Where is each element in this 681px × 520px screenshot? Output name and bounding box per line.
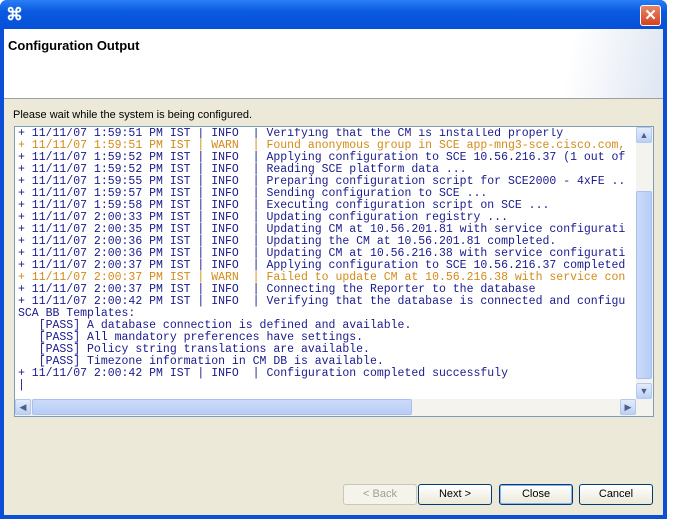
scroll-up-button[interactable]: ▲: [636, 127, 652, 143]
text-cursor: |: [18, 379, 25, 392]
app-logo-icon: ⌘: [6, 5, 23, 24]
page-title: Configuration Output: [8, 38, 140, 53]
horizontal-scrollbar[interactable]: ◀ ▶: [15, 399, 653, 416]
log-text[interactable]: + 11/11/07 1:59:51 PM IST | INFO | Verif…: [18, 128, 635, 398]
title-bar[interactable]: ⌘ ✕: [0, 0, 667, 29]
status-message: Please wait while the system is being co…: [13, 109, 253, 121]
close-button[interactable]: ✕: [640, 5, 661, 26]
wizard-header: Configuration Output: [4, 29, 663, 99]
cancel-button[interactable]: Cancel: [579, 484, 653, 505]
scroll-left-button[interactable]: ◀: [15, 399, 31, 415]
scroll-down-button[interactable]: ▼: [636, 383, 652, 399]
dialog-window: ⌘ ✕ Configuration Output Please wait whi…: [0, 0, 667, 519]
close-dialog-button[interactable]: Close: [499, 484, 573, 505]
horizontal-scroll-thumb[interactable]: [32, 399, 412, 415]
back-button[interactable]: < Back: [343, 484, 417, 505]
vertical-scroll-thumb[interactable]: [636, 191, 652, 379]
next-button[interactable]: Next >: [418, 484, 492, 505]
scroll-right-button[interactable]: ▶: [620, 399, 636, 415]
vertical-scrollbar[interactable]: ▲ ▼: [636, 127, 653, 399]
log-line: + 11/11/07 2:00:42 PM IST | INFO | Confi…: [18, 367, 508, 380]
output-log[interactable]: + 11/11/07 1:59:51 PM IST | INFO | Verif…: [14, 126, 654, 417]
close-x-icon: ✕: [644, 7, 657, 24]
dialog-client: Configuration Output Please wait while t…: [4, 29, 663, 515]
